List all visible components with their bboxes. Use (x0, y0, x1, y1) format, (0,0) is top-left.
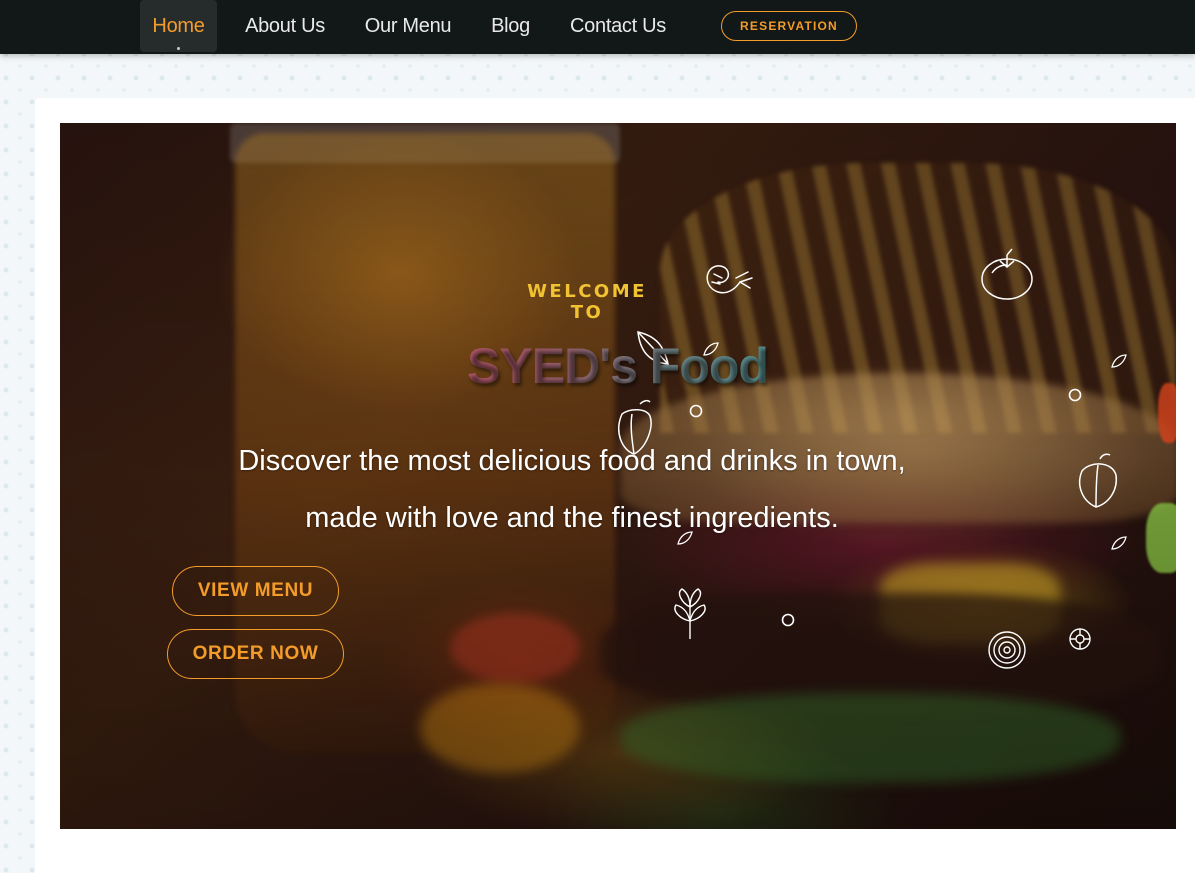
shrimp-icon (700, 258, 756, 302)
view-menu-button[interactable]: VIEW MENU (172, 566, 339, 616)
welcome-label: WELCOME TO (527, 281, 647, 323)
nav-item-our-menu[interactable]: Our Menu (356, 0, 460, 52)
order-now-button[interactable]: ORDER NOW (167, 629, 344, 679)
tomato-icon (978, 241, 1036, 303)
herb-icon (668, 585, 712, 641)
nav-item-home[interactable]: Home (140, 0, 217, 52)
hero-tagline-line2: made with love and the finest ingredient… (305, 502, 839, 534)
pepper-icon (1072, 451, 1122, 511)
nav-item-blog[interactable]: Blog (483, 0, 538, 52)
circle-icon (1068, 388, 1082, 402)
onion-icon (985, 628, 1029, 672)
circle-icon (781, 613, 795, 627)
circle-icon (689, 404, 703, 418)
nav-item-about-us[interactable]: About Us (236, 0, 334, 52)
reservation-button[interactable]: RESERVATION (721, 11, 857, 41)
hero-tagline: Discover the most delicious food and dri… (120, 433, 1024, 547)
sprocket-icon (1067, 626, 1093, 652)
hero-tagline-line1: Discover the most delicious food and dri… (238, 445, 906, 477)
brand-title: SYED's Food (360, 337, 875, 395)
leaf-small-icon (1110, 353, 1128, 369)
leaf-small-icon (1110, 535, 1128, 551)
top-navbar: Home About Us Our Menu Blog Contact Us R… (0, 0, 1195, 54)
nav-item-contact-us[interactable]: Contact Us (562, 0, 674, 52)
hero-banner: WELCOME TO SYED's Food Discover the most… (60, 123, 1176, 829)
